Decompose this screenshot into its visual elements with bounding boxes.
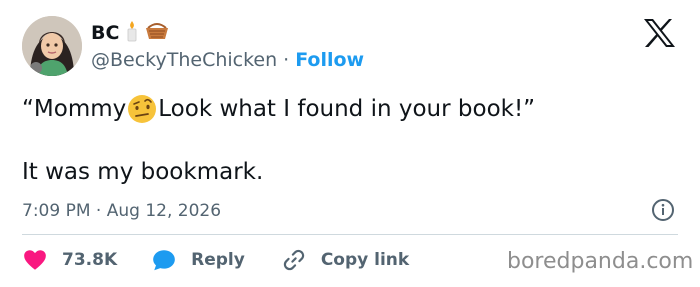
raised-eyebrow-emoji-icon — [127, 94, 157, 124]
tweet-text-part-1: “Mommy — [22, 96, 127, 122]
timestamp-date: Aug 12, 2026 — [106, 201, 222, 221]
timestamp-time: 7:09 PM — [22, 201, 91, 221]
candle-icon — [125, 20, 139, 46]
link-icon — [283, 249, 304, 271]
avatar[interactable] — [22, 16, 82, 76]
reply-bubble-icon — [153, 250, 175, 271]
like-button[interactable]: 73.8K — [22, 247, 117, 273]
tweet-text-part-2: Look what I found in your book!” — [158, 96, 536, 122]
x-logo-icon[interactable] — [642, 18, 676, 48]
tweet-timestamp[interactable]: 7:09 PM · Aug 12, 2026 — [22, 199, 221, 223]
author-handle[interactable]: @BeckyTheChicken — [91, 49, 277, 71]
author-handle-row: @BeckyTheChicken · Follow — [91, 47, 364, 73]
author-name-row: BC — [91, 20, 169, 46]
follow-button[interactable]: Follow — [295, 49, 364, 71]
tweet-text-line-1: “Mommy Look what I found in your book!” — [22, 92, 535, 126]
author-name[interactable]: BC — [91, 22, 119, 44]
info-icon[interactable] — [651, 198, 675, 222]
avatar-image — [22, 16, 82, 76]
reply-button[interactable]: Reply — [151, 247, 245, 273]
like-count: 73.8K — [62, 250, 118, 270]
copy-link-button[interactable]: Copy link — [281, 247, 409, 273]
reply-label: Reply — [191, 250, 245, 270]
copy-link-label: Copy link — [320, 250, 410, 270]
divider — [22, 234, 678, 235]
tweet-actions: 73.8K Reply Copy link — [22, 244, 409, 276]
handle-separator: · — [283, 49, 290, 71]
heart-icon — [24, 250, 46, 270]
watermark: boredpanda.com — [507, 249, 694, 274]
timestamp-separator: · — [95, 201, 102, 221]
basket-icon — [145, 21, 169, 45]
tweet-text-line-2: It was my bookmark. — [22, 159, 264, 185]
